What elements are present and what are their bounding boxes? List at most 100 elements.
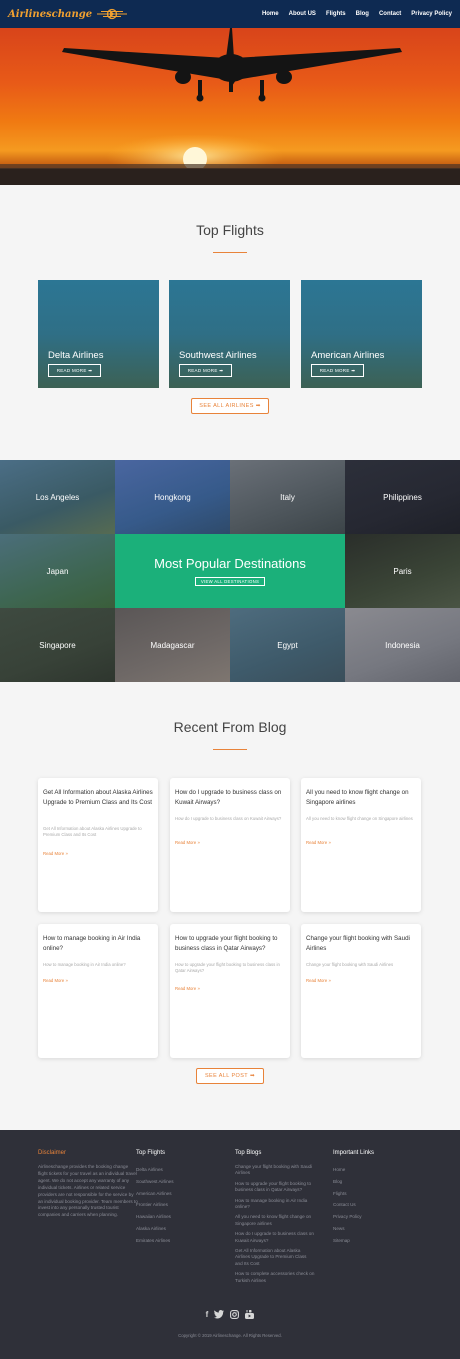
footer-link[interactable]: News (333, 1223, 374, 1235)
site-logo[interactable]: Airlineschange (8, 8, 129, 20)
destination-egypt[interactable]: Egypt (230, 608, 345, 682)
footer-link[interactable]: Blog (333, 1176, 374, 1188)
title-divider (213, 252, 247, 253)
destination-italy[interactable]: Italy (230, 460, 345, 534)
footer-link[interactable]: Privacy Policy (333, 1211, 374, 1223)
social-links: f (0, 1310, 460, 1319)
flight-card-american[interactable]: American Airlines READ MORE ➡ (301, 280, 422, 388)
blog-card-title[interactable]: How do I upgrade to business class on Ku… (175, 788, 285, 807)
see-all-airlines-button[interactable]: SEE ALL AIRLINES ➡ (191, 398, 269, 414)
nav-home[interactable]: Home (262, 11, 279, 17)
flight-card-delta[interactable]: Delta Airlines READ MORE ➡ (38, 280, 159, 388)
nav-blog[interactable]: Blog (356, 11, 369, 17)
site-header: Airlineschange Home About US Flights Blo… (0, 0, 460, 28)
footer-about-text: Airlineschange provides the booking chan… (38, 1164, 138, 1218)
blog-card[interactable]: How to manage booking in Air India onlin… (38, 924, 158, 1058)
popular-destinations-title: Most Popular Destinations (154, 556, 306, 571)
popular-destinations-panel: Most Popular Destinations VIEW ALL DESTI… (115, 534, 345, 608)
blog-section-title: Recent From Blog (173, 719, 287, 735)
flight-card-title: Southwest Airlines (179, 350, 257, 361)
blog-card[interactable]: Change your flight booking with Saudi Ai… (301, 924, 421, 1058)
view-all-destinations-button[interactable]: VIEW ALL DESTINATIONS (195, 577, 265, 586)
blog-card-title[interactable]: Change your flight booking with Saudi Ai… (306, 934, 416, 953)
destination-philippines[interactable]: Philippines (345, 460, 460, 534)
footer-column-title: Top Flights (136, 1150, 166, 1156)
footer-link[interactable]: How to upgrade your flight booking to bu… (235, 1181, 315, 1194)
arrow-right-icon: ➡ (250, 1073, 256, 1079)
footer-link[interactable]: Change your flight booking with Saudi Ai… (235, 1164, 315, 1177)
footer-link[interactable]: Emirates Airlines (136, 1235, 174, 1247)
youtube-icon[interactable] (245, 1310, 255, 1319)
footer-link[interactable]: All you need to know flight change on Si… (235, 1214, 315, 1227)
read-more-link[interactable]: Read More » (175, 840, 200, 845)
blog-card-excerpt: All you need to know flight change on Si… (306, 816, 413, 821)
destination-los-angeles[interactable]: Los Angeles (0, 460, 115, 534)
blog-card[interactable]: Get All Information about Alaska Airline… (38, 778, 158, 912)
flight-card-title: American Airlines (311, 350, 385, 361)
destination-madagascar[interactable]: Madagascar (115, 608, 230, 682)
read-more-link[interactable]: Read More » (306, 978, 331, 983)
read-more-link[interactable]: Read More » (306, 840, 331, 845)
read-more-button[interactable]: READ MORE ➡ (179, 364, 232, 377)
footer-link[interactable]: Home (333, 1164, 374, 1176)
footer-link[interactable]: How to manage booking in Air India onlin… (235, 1198, 315, 1211)
main-nav: Home About US Flights Blog Contact Priva… (262, 11, 452, 17)
footer-link[interactable]: How to complete accessories check on Tur… (235, 1271, 315, 1284)
blog-card[interactable]: All you need to know flight change on Si… (301, 778, 421, 912)
title-divider (213, 749, 247, 750)
blog-card-excerpt: Change your flight booking with Saudi Ai… (306, 962, 394, 967)
footer-about-title: Disclaimer (38, 1150, 67, 1156)
destination-singapore[interactable]: Singapore (0, 608, 115, 682)
read-more-link[interactable]: Read More » (43, 851, 68, 856)
instagram-icon[interactable] (230, 1310, 240, 1319)
destination-hongkong[interactable]: Hongkong (115, 460, 230, 534)
facebook-icon[interactable]: f (206, 1310, 209, 1319)
see-all-post-button[interactable]: SEE ALL POST ➡ (196, 1068, 264, 1084)
footer-link[interactable]: Southwest Airlines (136, 1176, 174, 1188)
sunset-plane-image (0, 28, 460, 185)
blog-card-excerpt: How to upgrade your flight booking to bu… (175, 962, 280, 974)
blog-card-title[interactable]: How to manage booking in Air India onlin… (43, 934, 153, 953)
site-footer: Disclaimer Airlineschange provides the b… (0, 1130, 460, 1359)
footer-link[interactable]: Frontier Airlines (136, 1199, 174, 1211)
blog-card[interactable]: How do I upgrade to business class on Ku… (170, 778, 290, 912)
nav-privacy[interactable]: Privacy Policy (411, 11, 452, 17)
footer-link[interactable]: Alaska Airlines (136, 1223, 174, 1235)
plane-logo-icon (97, 8, 128, 20)
blog-card-title[interactable]: All you need to know flight change on Si… (306, 788, 416, 807)
arrow-right-icon: ➡ (351, 367, 356, 373)
flight-card-title: Delta Airlines (48, 350, 104, 361)
footer-column-title: Top Blogs (235, 1150, 262, 1156)
read-more-link[interactable]: Read More » (175, 986, 200, 991)
hero-banner (0, 28, 460, 185)
footer-link[interactable]: Delta Airlines (136, 1164, 174, 1176)
read-more-button[interactable]: READ MORE ➡ (311, 364, 364, 377)
nav-flights[interactable]: Flights (326, 11, 346, 17)
logo-text: Airlineschange (8, 8, 93, 20)
blog-card-excerpt: How do I upgrade to business class on Ku… (175, 816, 282, 821)
destination-paris[interactable]: Paris (345, 534, 460, 608)
footer-link[interactable]: American Airlines (136, 1188, 174, 1200)
blog-card[interactable]: How to upgrade your flight booking to bu… (170, 924, 290, 1058)
footer-about-column: Disclaimer Airlineschange provides the b… (38, 1150, 138, 1219)
destination-indonesia[interactable]: Indonesia (345, 608, 460, 682)
footer-link[interactable]: Flights (333, 1188, 374, 1200)
read-more-button[interactable]: READ MORE ➡ (48, 364, 101, 377)
blog-card-title[interactable]: Get All Information about Alaska Airline… (43, 788, 153, 807)
footer-links-column: Important Links Home Blog Flights Contac… (333, 1150, 374, 1247)
twitter-icon[interactable] (214, 1310, 225, 1319)
nav-about[interactable]: About US (289, 11, 316, 17)
nav-contact[interactable]: Contact (379, 11, 401, 17)
flight-card-southwest[interactable]: Southwest Airlines READ MORE ➡ (169, 280, 290, 388)
footer-link[interactable]: Contact Us (333, 1199, 374, 1211)
destination-japan[interactable]: Japan (0, 534, 115, 608)
footer-blogs-column: Top Blogs Change your flight booking wit… (235, 1150, 315, 1288)
footer-link[interactable]: Hawaiian Airlines (136, 1211, 174, 1223)
footer-link[interactable]: Get All Information about Alaska Airline… (235, 1248, 315, 1267)
blog-card-title[interactable]: How to upgrade your flight booking to bu… (175, 934, 285, 953)
footer-link[interactable]: Sitemap (333, 1235, 374, 1247)
blog-card-excerpt: How to manage booking in Air India onlin… (43, 962, 126, 967)
footer-flights-column: Top Flights Delta Airlines Southwest Air… (136, 1150, 174, 1247)
footer-link[interactable]: How do I upgrade to business class on Ku… (235, 1231, 315, 1244)
read-more-link[interactable]: Read More » (43, 978, 68, 983)
